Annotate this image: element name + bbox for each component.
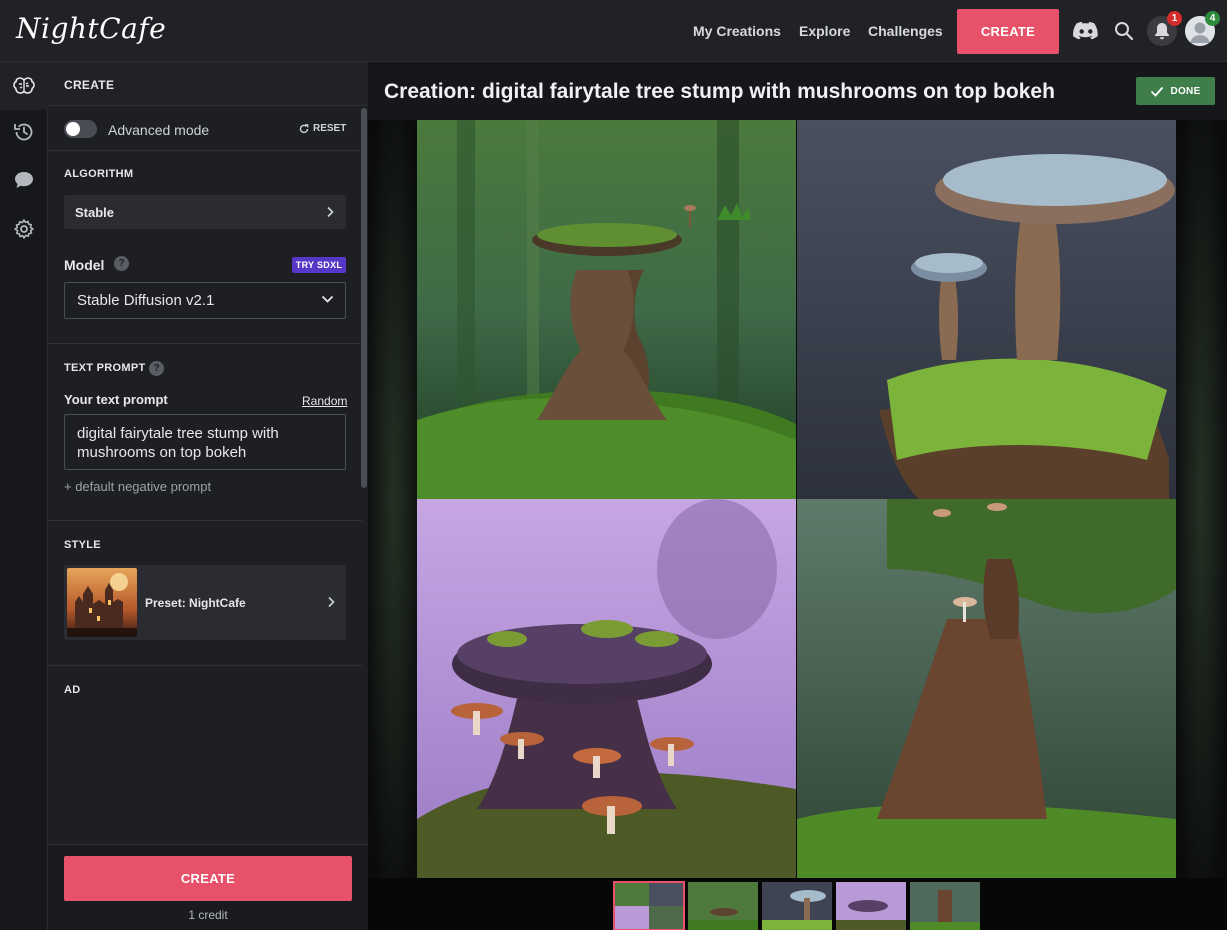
- generated-image-1[interactable]: [417, 120, 796, 499]
- reset-button[interactable]: RESET: [299, 123, 346, 134]
- model-dropdown[interactable]: Stable Diffusion v2.1: [64, 282, 346, 319]
- done-button[interactable]: DONE: [1136, 77, 1215, 105]
- chevron-right-icon: [327, 206, 334, 218]
- text-prompt-help-icon[interactable]: ?: [149, 361, 164, 376]
- avatar-badge: 4: [1205, 11, 1220, 26]
- credit-cost: 1 credit: [188, 908, 228, 922]
- nightcafe-logo[interactable]: NightCafe: [16, 12, 166, 45]
- create-panel: CREATE: [48, 62, 368, 930]
- chevron-right-icon: [328, 596, 335, 608]
- divider: [48, 343, 362, 344]
- nav-my-creations[interactable]: My Creations: [693, 23, 781, 39]
- done-label: DONE: [1170, 85, 1201, 97]
- thumbnail-image-2[interactable]: [762, 882, 832, 930]
- nav-create-button[interactable]: CREATE: [957, 9, 1059, 54]
- panel-header: CREATE: [48, 62, 368, 106]
- model-help-icon[interactable]: ?: [114, 256, 129, 271]
- bell-icon: [1155, 23, 1169, 40]
- divider: [48, 520, 362, 521]
- thumbnail-image-3[interactable]: [836, 882, 906, 930]
- text-prompt-section-title: TEXT PROMPT: [64, 362, 146, 374]
- rail-settings[interactable]: [0, 205, 48, 253]
- generated-image-3[interactable]: [417, 499, 796, 878]
- search-icon[interactable]: [1111, 18, 1137, 44]
- nav-explore[interactable]: Explore: [799, 23, 850, 39]
- algorithm-select[interactable]: Stable: [64, 195, 346, 229]
- algorithm-value: Stable: [75, 205, 115, 220]
- model-value: Stable Diffusion v2.1: [77, 292, 215, 309]
- text-prompt-input[interactable]: digital fairytale tree stump with mushro…: [64, 414, 346, 470]
- divider: [48, 665, 362, 666]
- style-preset-value: Preset: NightCafe: [145, 596, 246, 610]
- random-prompt-link[interactable]: Random: [302, 394, 347, 408]
- rail-create[interactable]: [0, 62, 48, 110]
- algorithm-section-title: ALGORITHM: [64, 168, 134, 180]
- create-button[interactable]: CREATE: [64, 856, 352, 901]
- ad-section-title: AD: [64, 684, 81, 696]
- generated-image-2[interactable]: [797, 120, 1176, 499]
- reset-label: RESET: [313, 123, 347, 134]
- advanced-mode-label: Advanced mode: [108, 122, 210, 138]
- try-sdxl-button[interactable]: TRY SDXL: [292, 257, 346, 273]
- style-section-title: STYLE: [64, 539, 101, 551]
- rail-history[interactable]: [0, 108, 48, 156]
- creation-title: Creation: digital fairytale tree stump w…: [384, 80, 1055, 103]
- thumbnail-image-4[interactable]: [910, 882, 980, 930]
- advanced-mode-toggle[interactable]: [64, 120, 97, 138]
- rail-chat[interactable]: [0, 156, 48, 204]
- style-preset-card[interactable]: Preset: NightCafe: [64, 565, 346, 640]
- panel-title: CREATE: [64, 78, 115, 92]
- divider: [48, 150, 362, 151]
- style-preset-thumbnail: [67, 568, 137, 637]
- notifications-button[interactable]: 1: [1147, 11, 1182, 46]
- image-grid[interactable]: [417, 120, 1176, 878]
- generated-image-4[interactable]: [797, 499, 1176, 878]
- reset-icon: [299, 123, 309, 133]
- gear-icon: [14, 219, 34, 239]
- nav-challenges[interactable]: Challenges: [868, 23, 943, 39]
- history-icon: [14, 123, 33, 141]
- thumbnail-grid[interactable]: [613, 881, 685, 930]
- thumbnail-image-1[interactable]: [688, 882, 758, 930]
- text-prompt-label: Your text prompt: [64, 392, 168, 407]
- panel-scrollbar[interactable]: [361, 108, 367, 488]
- negative-prompt-link[interactable]: + default negative prompt: [64, 479, 211, 494]
- checkmark-icon: [1151, 86, 1164, 97]
- chevron-down-icon: [321, 295, 334, 303]
- chat-icon: [15, 172, 33, 188]
- discord-icon[interactable]: [1073, 18, 1099, 44]
- model-label: Model: [64, 257, 105, 273]
- avatar[interactable]: 4: [1185, 11, 1220, 46]
- notification-badge: 1: [1167, 11, 1182, 26]
- brain-icon: [13, 77, 35, 94]
